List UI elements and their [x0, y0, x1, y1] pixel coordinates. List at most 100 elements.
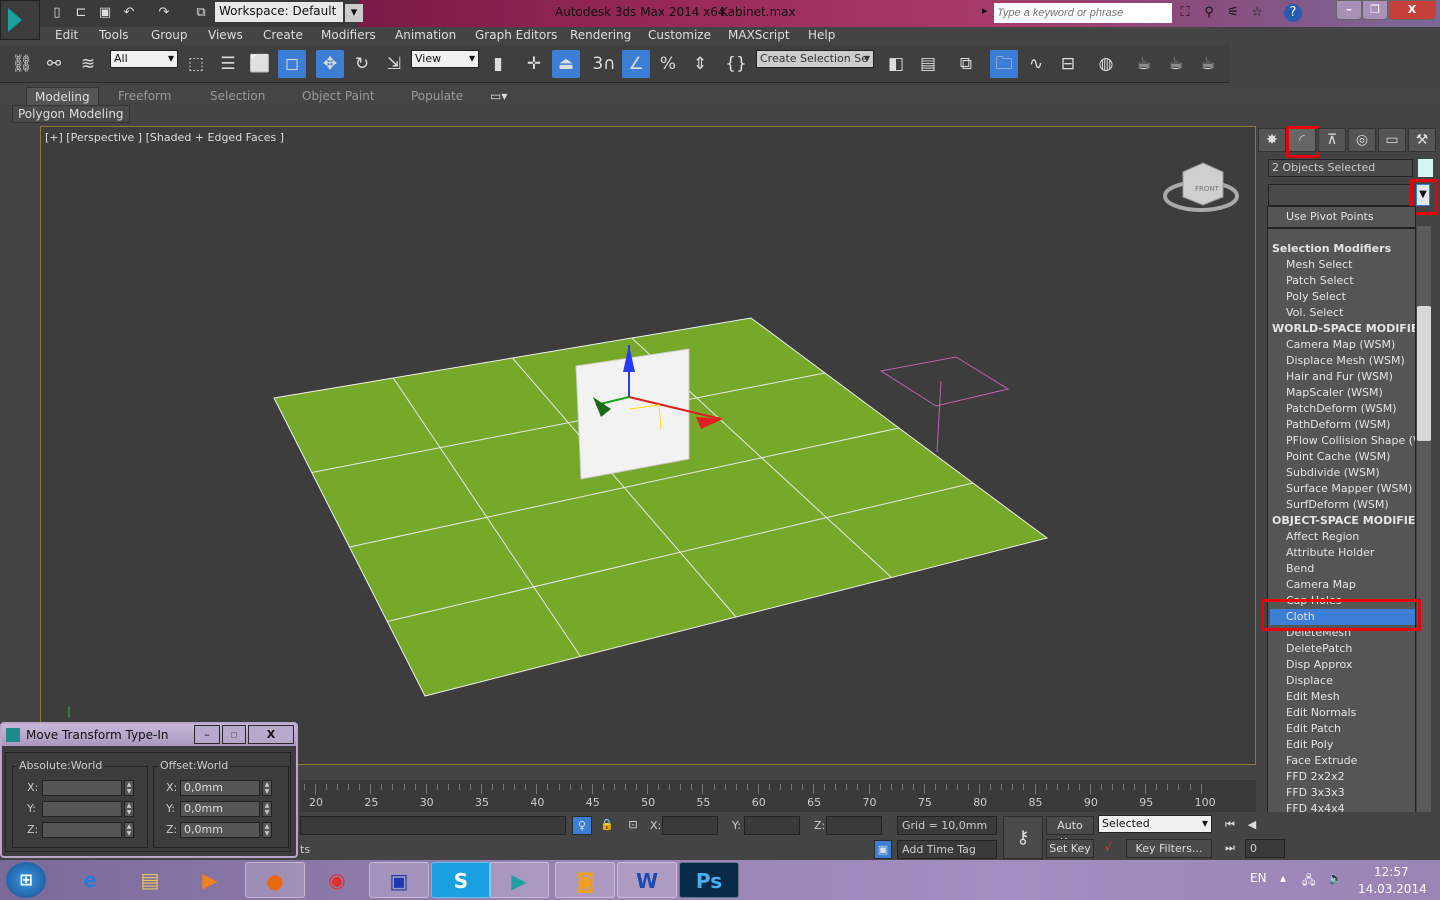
select-and-scale-icon[interactable]: ⇲	[380, 50, 408, 78]
taskbar-explorer-icon[interactable]: ▤	[120, 862, 180, 898]
modifier-list-item[interactable]: PathDeform (WSM)	[1286, 417, 1390, 433]
offset-x-spinner[interactable]: ▲ ▼	[262, 780, 272, 796]
absolute-y-spinner[interactable]: ▲ ▼	[124, 801, 134, 817]
modifier-list-item[interactable]: Camera Map (WSM)	[1286, 337, 1395, 353]
modifier-list-item[interactable]: Edit Poly	[1286, 737, 1333, 753]
modifier-list-item[interactable]: FFD 3x3x3	[1286, 785, 1345, 801]
modifier-list-item[interactable]: Attribute Holder	[1286, 545, 1374, 561]
modifier-list-item[interactable]: PatchDeform (WSM)	[1286, 401, 1397, 417]
workspace-dropdown[interactable]: Workspace: Default	[215, 2, 343, 22]
previous-frame-icon[interactable]: ◀	[1242, 816, 1262, 835]
rendered-frame-window-icon[interactable]: ☕	[1162, 50, 1190, 78]
snaps-toggle-icon[interactable]: 3∩	[590, 50, 618, 78]
modifier-list-item[interactable]: Patch Select	[1286, 273, 1354, 289]
start-button[interactable]: ⊞	[6, 862, 46, 898]
polygon-modeling-panel[interactable]: Polygon Modeling	[12, 105, 130, 123]
select-and-link-icon[interactable]: ⛓	[8, 50, 36, 78]
hierarchy-tab-icon[interactable]: ⊼	[1318, 128, 1346, 152]
viewcube[interactable]: FRONT	[1163, 162, 1239, 212]
set-keys-key-icon[interactable]: ⚷	[1003, 816, 1043, 859]
selection-info-field[interactable]: 2 Objects Selected	[1268, 159, 1413, 177]
help-icon[interactable]: ?	[1284, 4, 1302, 22]
selection-filter-dropdown[interactable]: All	[110, 50, 178, 68]
show-hidden-icons-icon[interactable]: ▴	[1280, 871, 1286, 885]
modifier-list-item[interactable]: Use Pivot Points	[1286, 209, 1374, 225]
modifier-list-item[interactable]: MapScaler (WSM)	[1286, 385, 1383, 401]
display-tab-icon[interactable]: ▭	[1378, 128, 1406, 152]
redo-icon[interactable]: ↷	[155, 4, 173, 22]
menu-rendering[interactable]: Rendering	[570, 27, 631, 43]
bind-space-warp-icon[interactable]: ≋	[74, 50, 102, 78]
clock-time[interactable]: 12:57	[1374, 865, 1409, 879]
z-coord-field[interactable]	[826, 816, 882, 835]
mirror-icon[interactable]: ◧	[882, 50, 910, 78]
tab-object-paint[interactable]: Object Paint	[302, 87, 375, 105]
angle-snap-icon[interactable]: ∠	[622, 50, 650, 78]
taskbar-media-player-icon[interactable]: ▶	[180, 862, 240, 898]
scene-explorer-icon[interactable]: 🗀	[990, 50, 1018, 78]
dialog-close-button[interactable]: X	[248, 725, 294, 744]
select-object-icon[interactable]: ⬚	[182, 50, 210, 78]
curve-editor-icon[interactable]: ∿	[1022, 50, 1050, 78]
menu-animation[interactable]: Animation	[395, 27, 456, 43]
taskbar-chrome-icon[interactable]: ◉	[307, 862, 367, 898]
clock-date[interactable]: 14.03.2014	[1358, 882, 1427, 896]
offset-z-field[interactable]: 0,0mm	[180, 822, 260, 838]
spinner-snap-icon[interactable]: ⇕	[686, 50, 714, 78]
render-setup-icon[interactable]: ☕	[1130, 50, 1158, 78]
utilities-tab-icon[interactable]: ⚒	[1408, 128, 1436, 152]
render-production-icon[interactable]: ☕	[1194, 50, 1222, 78]
offset-z-spinner[interactable]: ▲ ▼	[262, 822, 272, 838]
volume-icon[interactable]: 🔈	[1328, 871, 1343, 885]
align-icon[interactable]: ▤	[914, 50, 942, 78]
unlink-icon[interactable]: ⚯	[40, 50, 68, 78]
modifier-list-item[interactable]: Displace Mesh (WSM)	[1286, 353, 1405, 369]
reference-coordinate-dropdown[interactable]: View	[411, 50, 479, 68]
dialog-title-bar[interactable]: Move Transform Type-In – ▫ X	[2, 724, 296, 746]
taskbar-skype-icon[interactable]: S	[431, 862, 491, 898]
modifier-list-item[interactable]: Surface Mapper (WSM)	[1286, 481, 1412, 497]
go-to-start-icon[interactable]: ⏮	[1220, 816, 1240, 835]
modifier-list-item[interactable]: Face Extrude	[1286, 753, 1357, 769]
modifier-list-item[interactable]: SurfDeform (WSM)	[1286, 497, 1389, 513]
absolute-z-spinner[interactable]: ▲ ▼	[124, 822, 134, 838]
modifier-list-item[interactable]: Subdivide (WSM)	[1286, 465, 1380, 481]
search-input[interactable]	[994, 3, 1172, 23]
auto-key-button[interactable]: Auto Key	[1046, 816, 1094, 849]
key-mode-dropdown[interactable]: Selected	[1098, 815, 1212, 833]
tab-freeform[interactable]: Freeform	[118, 87, 171, 105]
absolute-y-field[interactable]	[42, 801, 122, 817]
y-coord-field[interactable]	[744, 816, 800, 835]
modifier-list-item[interactable]: Vol. Select	[1286, 305, 1343, 321]
offset-y-field[interactable]: 0,0mm	[180, 801, 260, 817]
modifier-list-item[interactable]: Poly Select	[1286, 289, 1346, 305]
key-filters-button[interactable]: Key Filters...	[1126, 839, 1212, 858]
keyboard-shortcut-override-icon[interactable]: ⏏	[552, 50, 580, 78]
undo-icon[interactable]: ↶	[120, 4, 138, 22]
select-and-move-icon[interactable]: ✥	[316, 50, 344, 78]
modifier-list-item[interactable]: Mesh Select	[1286, 257, 1352, 273]
modifier-list-item[interactable]: DeletePatch	[1286, 641, 1352, 657]
isolate-selection-icon[interactable]: ♀	[572, 816, 592, 835]
key-icon[interactable]: ⚲	[1200, 4, 1218, 22]
create-tab-icon[interactable]: ✸	[1258, 128, 1286, 152]
modifier-list-item[interactable]: Edit Mesh	[1286, 689, 1340, 705]
binoculars-icon[interactable]: ⛶	[1176, 4, 1194, 22]
dialog-maximize-button[interactable]: ▫	[222, 725, 246, 744]
time-slider-track[interactable]: 20 25 30 35 40 45 50 55 60 65 70 75 80 85 90 95 100	[300, 780, 1256, 812]
new-file-icon[interactable]: ▯	[48, 4, 66, 22]
modifier-list-item[interactable]: Camera Map	[1286, 577, 1356, 593]
tab-selection[interactable]: Selection	[210, 87, 265, 105]
menu-views[interactable]: Views	[208, 27, 243, 43]
taskbar-save-icon[interactable]: ▣	[369, 862, 429, 898]
offset-y-spinner[interactable]: ▲ ▼	[262, 801, 272, 817]
menu-graph-editors[interactable]: Graph Editors	[475, 27, 557, 43]
object-color-swatch[interactable]	[1418, 159, 1433, 177]
tab-modeling[interactable]: Modeling	[26, 87, 99, 105]
expand-search-icon[interactable]: ▸	[982, 4, 988, 17]
menu-customize[interactable]: Customize	[648, 27, 711, 43]
named-selection-set-dropdown[interactable]: Create Selection Se	[756, 50, 874, 68]
select-and-rotate-icon[interactable]: ↻	[348, 50, 376, 78]
restore-button[interactable]: ❐	[1362, 0, 1388, 20]
current-frame-field[interactable]: 0	[1245, 839, 1285, 858]
